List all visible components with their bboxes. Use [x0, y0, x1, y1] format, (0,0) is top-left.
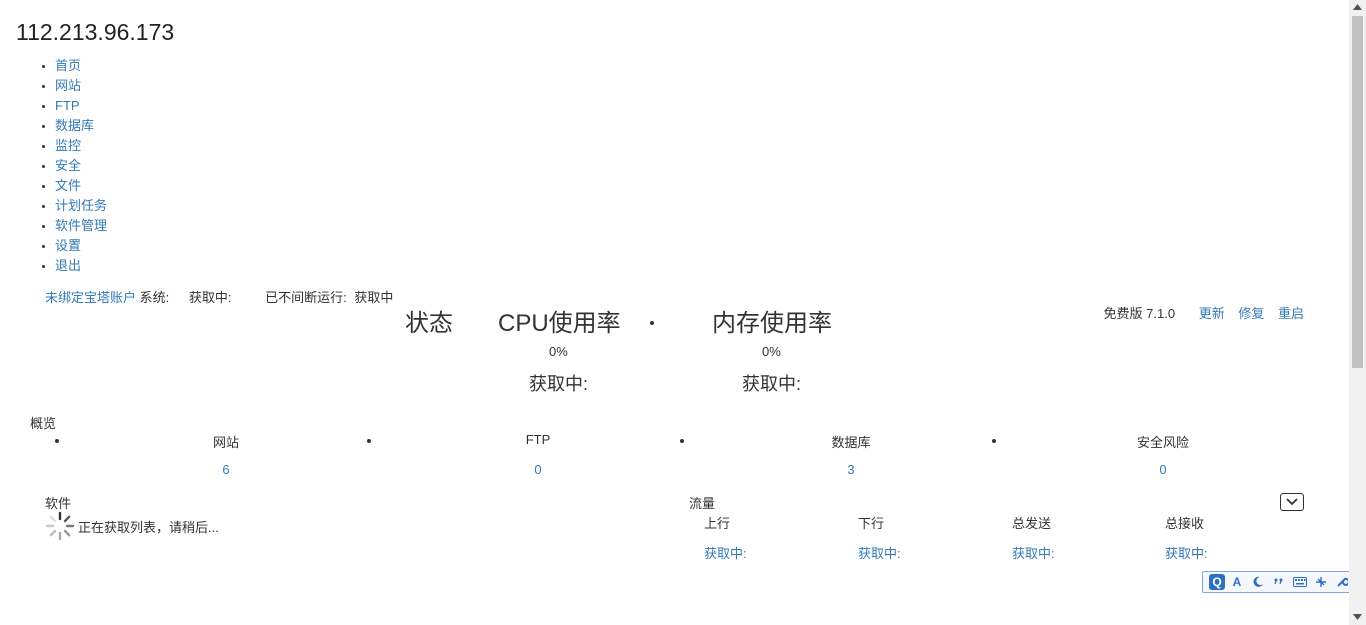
overview-ftp-value[interactable]: 0: [498, 462, 578, 477]
cpu-usage-title: CPU使用率: [498, 310, 621, 337]
repair-button[interactable]: 修复: [1238, 306, 1264, 321]
traffic-down-label: 下行: [858, 516, 885, 531]
page-scrollbar[interactable]: [1349, 0, 1366, 625]
chevron-down-icon: [1286, 498, 1298, 506]
bullet-dot: [992, 439, 996, 443]
punctuation-icon[interactable]: [1270, 573, 1288, 591]
main-nav: 首页 网站 FTP 数据库 监控 安全 文件 计划任务 软件管理 设置 退出: [16, 56, 107, 276]
memory-percent: 0%: [762, 344, 781, 359]
uptime-label: 已不间断运行:: [265, 290, 347, 305]
nav-item-ftp[interactable]: FTP: [55, 96, 107, 116]
status-title: 状态: [405, 310, 453, 337]
system-value: 获取中:: [188, 290, 232, 305]
bullet-dot: [680, 439, 684, 443]
tools-icon[interactable]: [1312, 573, 1330, 591]
nav-item-monitor[interactable]: 监控: [55, 136, 107, 156]
nav-link-settings[interactable]: 设置: [55, 238, 81, 253]
software-title: 软件: [45, 496, 72, 511]
overview-security-value[interactable]: 0: [1123, 462, 1203, 477]
nav-item-files[interactable]: 文件: [55, 176, 107, 196]
bullet-dot: [367, 439, 371, 443]
overview-ftp-label: FTP: [525, 432, 551, 447]
cpu-percent: 0%: [549, 344, 568, 359]
nav-link-files[interactable]: 文件: [55, 178, 81, 193]
nav-item-sites[interactable]: 网站: [55, 76, 107, 96]
nav-item-settings[interactable]: 设置: [55, 236, 107, 256]
traffic-title: 流量: [689, 496, 716, 511]
keyboard-icon[interactable]: [1291, 573, 1309, 591]
cpu-detail: 获取中:: [529, 374, 589, 394]
update-button[interactable]: 更新: [1199, 306, 1225, 321]
overview-database-value[interactable]: 3: [811, 462, 891, 477]
uptime-value: 获取中: [354, 290, 394, 305]
nav-link-sites[interactable]: 网站: [55, 78, 81, 93]
scrollbar-thumb[interactable]: [1352, 16, 1363, 368]
nav-item-cron[interactable]: 计划任务: [55, 196, 107, 216]
bind-account-link[interactable]: 未绑定宝塔账户: [45, 290, 136, 305]
overview-security-label: 安全风险: [1136, 435, 1189, 450]
software-loading-text: 正在获取列表，请稍后...: [78, 520, 219, 535]
nav-link-software[interactable]: 软件管理: [55, 218, 107, 233]
traffic-total-received-value: 获取中:: [1165, 546, 1208, 561]
traffic-total-sent-value: 获取中:: [1012, 546, 1055, 561]
nav-link-monitor[interactable]: 监控: [55, 138, 81, 153]
nav-item-software[interactable]: 软件管理: [55, 216, 107, 236]
bullet-dot: [55, 439, 59, 443]
overview-sites-label: 网站: [212, 435, 239, 450]
moon-icon[interactable]: [1249, 573, 1267, 591]
nav-item-logout[interactable]: 退出: [55, 256, 107, 276]
traffic-dropdown[interactable]: [1280, 493, 1304, 511]
nav-item-security[interactable]: 安全: [55, 156, 107, 176]
font-icon[interactable]: A: [1228, 573, 1246, 591]
nav-item-home[interactable]: 首页: [55, 56, 107, 76]
nav-link-security[interactable]: 安全: [55, 158, 81, 173]
traffic-up-value: 获取中:: [704, 546, 747, 561]
nav-link-ftp[interactable]: FTP: [55, 98, 80, 113]
ime-toolbar: Q A: [1202, 571, 1362, 593]
loading-spinner-icon: [45, 511, 75, 541]
scroll-down-arrow-icon[interactable]: [1353, 614, 1362, 620]
nav-link-cron[interactable]: 计划任务: [55, 198, 107, 213]
nav-link-database[interactable]: 数据库: [55, 118, 94, 133]
restart-button[interactable]: 重启: [1278, 306, 1304, 321]
sogou-q-icon[interactable]: Q: [1209, 574, 1225, 590]
system-label: 系统:: [139, 290, 170, 305]
traffic-up-label: 上行: [704, 516, 731, 531]
scroll-up-arrow-icon[interactable]: [1353, 4, 1362, 10]
nav-item-database[interactable]: 数据库: [55, 116, 107, 136]
traffic-total-received-label: 总接收: [1165, 516, 1205, 531]
nav-link-home[interactable]: 首页: [55, 58, 81, 73]
memory-detail: 获取中:: [742, 374, 802, 394]
nav-link-logout[interactable]: 退出: [55, 258, 81, 273]
version-bar: 免费版 7.1.0 更新 修复 重启: [1104, 303, 1304, 322]
account-info: 未绑定宝塔账户 系统: 获取中: 已不间断运行: 获取中: [45, 287, 397, 306]
overview-sites-value[interactable]: 6: [186, 462, 266, 477]
traffic-total-sent-label: 总发送: [1012, 516, 1052, 531]
overview-database-label: 数据库: [831, 435, 871, 450]
memory-usage-title: 内存使用率: [712, 310, 832, 337]
version-text: 免费版 7.1.0: [1103, 306, 1176, 321]
site-title: 112.213.96.173: [16, 19, 175, 45]
overview-title: 概览: [30, 416, 57, 431]
bullet-dot: [650, 321, 654, 325]
traffic-down-value: 获取中:: [858, 546, 901, 561]
